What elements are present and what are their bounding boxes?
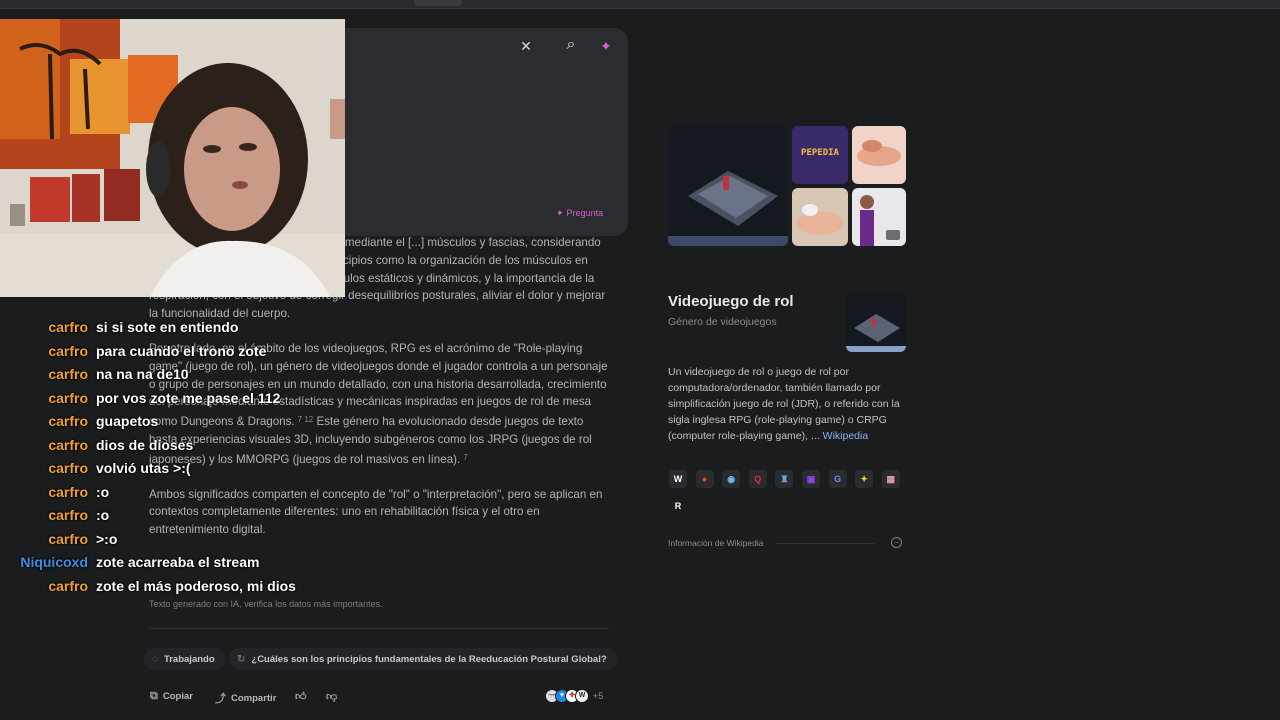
chat-message: carfro zote el más poderoso, mi dios bbox=[0, 578, 330, 601]
suggestion-label: ¿Cuáles son los principios fundamentales… bbox=[251, 653, 607, 665]
suggestion-chip[interactable]: ↻ ¿Cuáles son los principios fundamental… bbox=[229, 648, 617, 670]
refresh-icon: ↻ bbox=[237, 653, 246, 665]
chat-message: carfro :o bbox=[0, 507, 330, 530]
knowledge-panel-title: Videojuego de rol bbox=[668, 293, 794, 310]
webcam-overlay bbox=[0, 19, 345, 297]
wikipedia-icon[interactable]: W bbox=[669, 470, 687, 488]
chat-message-text: >:o bbox=[96, 530, 118, 547]
divider bbox=[775, 543, 875, 544]
citation-link[interactable]: 7 bbox=[463, 453, 467, 462]
chat-message: carfro :o bbox=[0, 484, 330, 507]
wikipedia-attribution: Información de Wikipedia bbox=[668, 538, 764, 548]
chat-message-text: guapetos bbox=[96, 413, 159, 429]
knowledge-panel-subtitle: Género de videojuegos bbox=[668, 316, 777, 328]
steam-icon[interactable]: ◉ bbox=[722, 470, 741, 488]
chat-message: Niquicoxd zote acarreaba el stream bbox=[0, 554, 330, 577]
active-tab-stub[interactable] bbox=[414, 0, 462, 6]
chat-username[interactable]: carfro bbox=[48, 319, 88, 335]
twitch-icon[interactable]: ▣ bbox=[802, 470, 820, 488]
thumbs-up-icon: 👍︎ bbox=[295, 691, 307, 703]
chat-username[interactable]: carfro bbox=[48, 343, 88, 359]
chat-username[interactable]: carfro bbox=[48, 460, 88, 476]
share-label: Compartir bbox=[231, 692, 277, 704]
divider bbox=[149, 628, 609, 629]
therapy-image[interactable] bbox=[852, 126, 906, 184]
chat-message: carfro por vos zote me pase el 112 bbox=[0, 390, 330, 413]
sparkle-icon: ✦ bbox=[556, 208, 564, 218]
chat-message: carfro si si sote en entiendo bbox=[0, 319, 330, 342]
chat-message-text: volvió utas >:( bbox=[96, 460, 191, 476]
chat-message: carfro para cuando el trono zote bbox=[0, 343, 330, 366]
ask-button[interactable]: ✦ Pregunta bbox=[556, 208, 603, 219]
gamespot-icon[interactable]: G bbox=[828, 470, 847, 488]
chat-message: carfro na na na de10 bbox=[0, 366, 330, 389]
ask-button-label: Pregunta bbox=[566, 208, 604, 218]
posture-image[interactable] bbox=[852, 188, 906, 246]
chat-message-text: zote el más poderoso, mi dios bbox=[96, 577, 296, 594]
working-label: Trabajando bbox=[163, 653, 215, 665]
reddit-icon[interactable]: ● bbox=[695, 470, 714, 488]
chat-message-text: na na na de10 bbox=[96, 366, 189, 382]
thumbs-down-button[interactable]: 👎︎ bbox=[326, 690, 337, 703]
pepedia-image[interactable]: PEPEDIA bbox=[792, 126, 848, 184]
rpg-game-image[interactable] bbox=[668, 126, 788, 246]
webcam-feed bbox=[0, 19, 345, 297]
ai-disclaimer: Texto generado con IA, verifica los dato… bbox=[149, 599, 383, 609]
chat-username[interactable]: carfro bbox=[48, 390, 88, 406]
fandom-icon[interactable]: ♜ bbox=[775, 470, 794, 488]
chat-message: carfro guapetos bbox=[0, 413, 330, 436]
chat-message: carfro volvió utas >:( bbox=[0, 460, 330, 483]
chat-username[interactable]: carfro bbox=[48, 578, 88, 594]
knowledge-panel-description: Un videojuego de rol o juego de rol por … bbox=[668, 364, 908, 444]
chat-message-text: por vos zote me pase el 112 bbox=[96, 389, 281, 406]
close-icon[interactable]: ✕ bbox=[519, 39, 533, 53]
chat-message: carfro >:o bbox=[0, 531, 330, 554]
thumbs-down-icon: 👎︎ bbox=[326, 691, 338, 703]
knowledge-panel-images: PEPEDIA bbox=[668, 126, 906, 246]
chat-username[interactable]: carfro bbox=[48, 437, 88, 453]
chat-username[interactable]: carfro bbox=[48, 484, 88, 500]
chat-message-text: :o bbox=[96, 483, 110, 500]
feedback-icon[interactable]: − bbox=[891, 537, 902, 548]
thumbs-up-button[interactable]: 👍︎ bbox=[295, 690, 307, 703]
copy-label: Copiar bbox=[162, 691, 193, 702]
search-overlay-card: ✕ ⌕ ✦ ✦ Pregunta bbox=[330, 28, 628, 236]
massage-image[interactable] bbox=[792, 188, 848, 246]
star-icon[interactable]: ✦ bbox=[855, 470, 874, 488]
chat-username[interactable]: carfro bbox=[48, 366, 88, 382]
chat-username[interactable]: carfro bbox=[48, 531, 88, 547]
browser-top-strip bbox=[0, 0, 1280, 9]
ai-mode-icon[interactable]: ✦ bbox=[599, 39, 613, 53]
pepedia-logo-text: PEPEDIA bbox=[801, 148, 839, 158]
copy-button[interactable]: ⧉ Copiar bbox=[150, 690, 193, 703]
spinner-icon: ◌ bbox=[152, 653, 158, 665]
wikipedia-link[interactable]: Wikipedia bbox=[823, 430, 869, 442]
chat-message-text: dios de dioses bbox=[96, 436, 194, 453]
sources-button[interactable]: — ♥ ✚ W +5 bbox=[545, 689, 603, 703]
sources-more-count: +5 bbox=[593, 691, 604, 701]
chat-username[interactable]: carfro bbox=[48, 507, 88, 523]
r-icon[interactable]: R bbox=[669, 497, 687, 515]
chat-message: carfro dios de dioses bbox=[0, 437, 330, 460]
chat-username[interactable]: carfro bbox=[48, 413, 88, 429]
chat-message-text: :o bbox=[96, 507, 110, 523]
share-button[interactable]: ⤴ Compartir bbox=[215, 690, 276, 706]
wikipedia-source-icon: W bbox=[575, 689, 589, 703]
copy-icon: ⧉ bbox=[150, 690, 158, 702]
share-icon: ⤴ bbox=[215, 693, 226, 705]
chat-message-text: zote acarreaba el stream bbox=[96, 554, 260, 570]
working-chip[interactable]: ◌ Trabajando bbox=[144, 648, 225, 670]
search-icon[interactable]: ⌕ bbox=[564, 37, 578, 53]
chat-username[interactable]: Niquicoxd bbox=[20, 554, 88, 570]
knowledge-panel-thumbnail[interactable] bbox=[846, 292, 906, 352]
site-icon[interactable]: ▦ bbox=[881, 470, 900, 488]
chat-message-text: si si sote en entiendo bbox=[96, 319, 239, 335]
rpg-icon[interactable]: Q bbox=[748, 470, 767, 488]
chat-message-text: para cuando el trono zote bbox=[96, 342, 267, 359]
